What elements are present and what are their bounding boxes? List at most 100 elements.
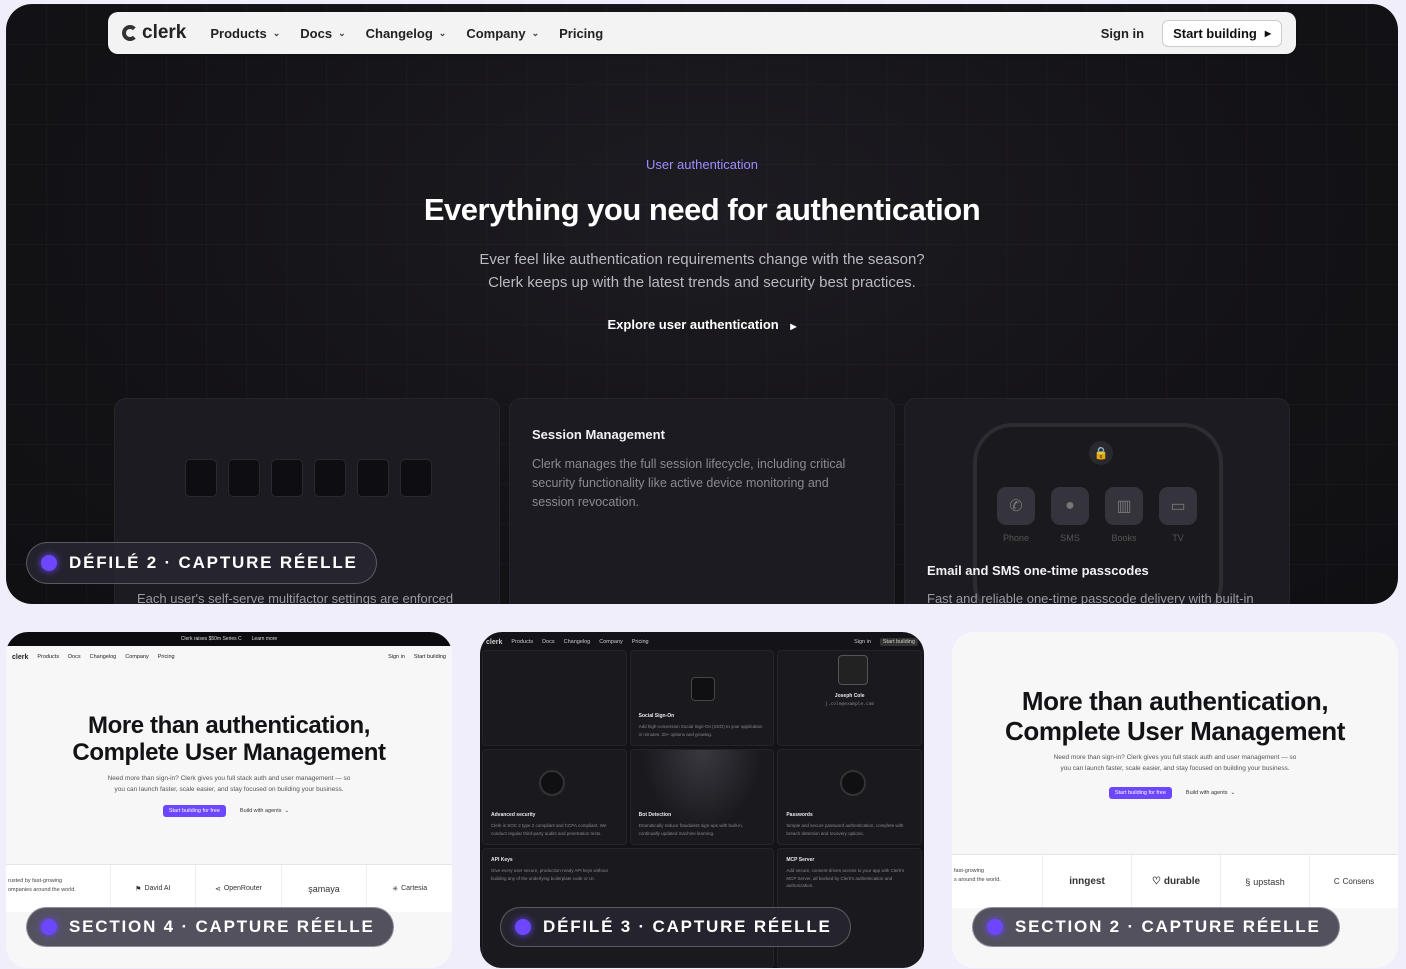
- feature-text: Add high-conversion Social Sign-On (SSO)…: [638, 724, 763, 737]
- logo-name: upstash: [1253, 876, 1285, 887]
- feature-cell-blank: [482, 650, 627, 746]
- capture-badge-main: DÉFILÉ 2 · CAPTURE RÉELLE: [26, 542, 377, 584]
- thumb-nav-item: Docs: [542, 639, 555, 645]
- thumb-nav-item: Pricing: [631, 639, 649, 645]
- logo-strip: fast-growing s around the world. inngest …: [952, 854, 1398, 908]
- thumb-agents-button[interactable]: Build with agents ⌄: [1180, 787, 1241, 799]
- logo-name: inngest: [1069, 876, 1105, 887]
- c-icon: C: [1333, 877, 1340, 886]
- thumb-nav-item: Changelog: [563, 639, 591, 645]
- title-line: Complete User Management: [1004, 716, 1346, 746]
- logo-cell: ✳ Cartesia: [366, 865, 452, 912]
- feature-text: Add secure, consent-driven access to you…: [786, 868, 905, 888]
- logo-strip: rusted by fast-growing ompanies around th…: [6, 864, 452, 912]
- thumb-navbar: clerk Products Docs Changelog Company Pr…: [6, 650, 452, 664]
- status-dot-icon: [41, 919, 57, 935]
- logo-name: şamaya: [308, 883, 340, 894]
- top-navbar: clerk Products ⌄ Docs ⌄ Changelog ⌄ Company…: [108, 12, 1296, 54]
- nav-products[interactable]: Products ⌄: [210, 26, 280, 41]
- nav-label: Pricing: [559, 25, 604, 41]
- nav-docs[interactable]: Docs ⌄: [300, 26, 345, 41]
- thumb-navbar: clerk Products Docs Changelog Company Pr…: [480, 635, 924, 649]
- nav-changelog[interactable]: Changelog ⌄: [366, 26, 447, 41]
- start-building-button[interactable]: Start building ▶: [1162, 19, 1282, 47]
- thumb-nav-item: Products: [37, 654, 60, 660]
- app-tv: ▭ TV: [1159, 487, 1197, 543]
- logo-cell: şamaya: [280, 865, 367, 912]
- thumb-start: Start building: [879, 638, 918, 646]
- btn-label: Build with agents: [239, 808, 282, 814]
- thumb-nav-item: Company: [599, 639, 623, 645]
- user-email: j.cole@example.com: [825, 702, 875, 707]
- thumb-agents-button[interactable]: Build with agents ⌄: [234, 805, 295, 817]
- nav-pricing[interactable]: Pricing: [559, 26, 603, 41]
- feature-title: MCP Server: [786, 857, 815, 863]
- session-title: Session Management: [532, 427, 665, 442]
- text-line: Clerk manages the full session lifecycle…: [532, 457, 846, 471]
- banner-link[interactable]: Learn more: [252, 636, 278, 642]
- thumb-signin: Sign in: [388, 654, 405, 660]
- chevron-down-icon: ⌄: [284, 808, 290, 814]
- intro-line: rusted by fast-growing: [8, 878, 63, 884]
- feature-title: API Keys: [491, 857, 513, 863]
- explore-auth-link[interactable]: Explore user authentication ▶: [6, 317, 1398, 332]
- badge-label: SECTION 4 · CAPTURE RÉELLE: [69, 917, 375, 936]
- chevron-down-icon: ⌄: [438, 27, 447, 38]
- feature-cell-passwords: Passwords Simple and secure password aut…: [777, 749, 922, 845]
- start-label: Start building: [1173, 25, 1257, 41]
- otp-box: [228, 459, 260, 497]
- logo-name: Consens: [1342, 877, 1375, 886]
- session-card: Session Management Clerk manages the ful…: [509, 398, 895, 604]
- link-label: Explore user authentication: [607, 317, 779, 332]
- status-dot-icon: [41, 555, 57, 571]
- sign-in-link[interactable]: Sign in: [1101, 26, 1144, 41]
- otp-title: Email and SMS one-time passcodes: [927, 563, 1149, 578]
- nav-company[interactable]: Company ⌄: [466, 26, 539, 41]
- capture-badge-left: SECTION 4 · CAPTURE RÉELLE: [26, 907, 394, 947]
- logo-cell: C Consens: [1309, 855, 1398, 908]
- play-arrow-icon: ▶: [790, 322, 797, 331]
- play-arrow-icon: ▶: [1264, 28, 1271, 38]
- shield-icon: [539, 770, 565, 796]
- logo-name: OpenRouter: [223, 885, 262, 892]
- session-text: Clerk manages the full session lifecycle…: [532, 455, 845, 512]
- clerk-logo[interactable]: clerk: [122, 22, 186, 44]
- thumb-section-4: Clerk raises $50m Series C Learn more cle…: [6, 632, 452, 968]
- main-screenshot-panel: clerk Products ⌄ Docs ⌄ Changelog ⌄ Company…: [6, 4, 1398, 604]
- sub-line: you can launch faster, scale easier, and…: [1060, 765, 1290, 772]
- sub-line: you can launch faster, scale easier, and…: [114, 786, 344, 793]
- thumb-section-2: More than authentication, Complete User …: [952, 632, 1398, 968]
- thumb-logo: clerk: [12, 653, 29, 661]
- nav-label: Changelog: [365, 25, 433, 41]
- logo-cell: ♡ durable: [1131, 855, 1220, 908]
- feature-text: Dramatically reduce fraudulent sign-ups …: [638, 823, 743, 836]
- nav-label: Company: [466, 25, 526, 41]
- phone-icon: ✆: [997, 487, 1035, 525]
- thumb-start-free-button[interactable]: Start building for free: [162, 805, 226, 817]
- arrow-icon: ⋖: [214, 885, 221, 893]
- user-name: Joseph Cole: [834, 693, 865, 699]
- app-sms: ● SMS: [1051, 487, 1089, 543]
- app-row: ✆ Phone ● SMS ▥ Books ▭ TV: [997, 487, 1197, 543]
- app-label: SMS: [1060, 533, 1080, 543]
- thumb-start: Start building: [413, 654, 446, 660]
- thumb-nav-item: Pricing: [157, 654, 175, 660]
- avatar: [838, 655, 869, 685]
- asterisk-icon: ✳: [392, 885, 399, 893]
- intro-line: ompanies around the world.: [8, 887, 76, 893]
- logo-cell: § upstash: [1220, 855, 1309, 908]
- heart-icon: ♡: [1151, 876, 1161, 887]
- thumb-start-free-button[interactable]: Start building for free: [1108, 787, 1172, 799]
- otp-box: [271, 459, 303, 497]
- badge-label: DÉFILÉ 3 · CAPTURE RÉELLE: [543, 917, 832, 936]
- chevron-down-icon: ⌄: [272, 27, 281, 38]
- feature-title: Passwords: [786, 812, 813, 818]
- btn-label: Build with agents: [1185, 790, 1228, 796]
- nav-label: Docs: [300, 25, 333, 41]
- capture-badge-right: SECTION 2 · CAPTURE RÉELLE: [972, 907, 1340, 947]
- text-line: session revocation.: [532, 495, 640, 509]
- hero-subtitle-line: Ever feel like authentication requiremen…: [479, 251, 925, 268]
- otp-box: [357, 459, 389, 497]
- tv-icon: ▭: [1159, 487, 1197, 525]
- thumb-sub: Need more than sign-in? Clerk gives you …: [952, 752, 1398, 774]
